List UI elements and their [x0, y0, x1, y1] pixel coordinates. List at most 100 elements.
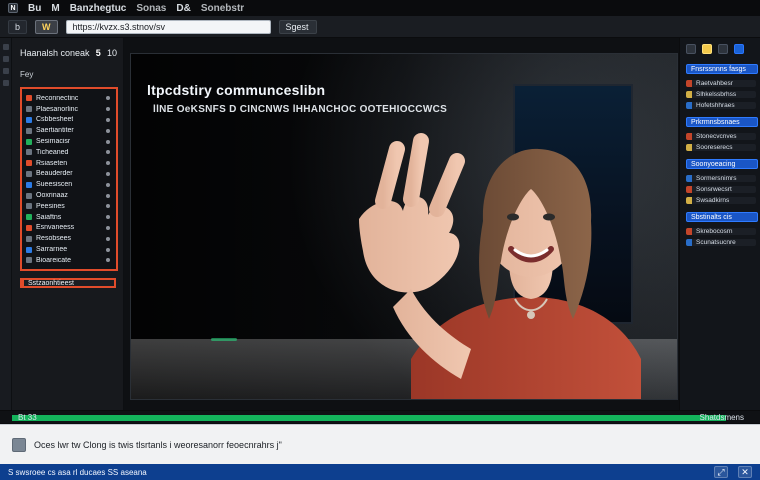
rail-icon-1[interactable] — [2, 44, 9, 50]
item-icon — [26, 160, 32, 167]
item-icon — [26, 235, 32, 242]
rail-icon-3[interactable] — [2, 68, 9, 74]
item-dot-icon — [106, 139, 110, 144]
item-dot-icon — [106, 171, 110, 176]
panel-icon-4[interactable] — [734, 44, 744, 54]
item-dot-icon — [106, 215, 110, 220]
sidebar-highlight-row[interactable]: Sstzaonhtieest — [20, 278, 116, 288]
item-icon — [26, 170, 32, 177]
video-progress-bar[interactable]: Bt 33 Shatdsmens — [0, 410, 760, 424]
menu-item-5[interactable]: D& — [176, 3, 190, 14]
sidebar-header-left: Haanalsh coneak — [20, 48, 90, 58]
sidebar-item[interactable]: Plaesanorlinc — [26, 104, 110, 115]
rail-icon-4[interactable] — [2, 80, 9, 86]
sidebar-item[interactable]: Saertiantiter — [26, 125, 110, 136]
right-panel-row[interactable]: Swsadkirns — [686, 197, 756, 204]
sidebar-item-label: Peesines — [36, 202, 65, 210]
progress-fill — [12, 415, 726, 421]
item-dot-icon — [106, 128, 110, 133]
sidebar-item[interactable]: Csbbesheet — [26, 115, 110, 126]
item-dot-icon — [106, 182, 110, 187]
menu-item-1[interactable]: Bu — [28, 3, 41, 14]
menu-item-3[interactable]: Banzhegtuc — [70, 3, 127, 14]
fullscreen-icon[interactable]: ⤢ — [714, 466, 728, 478]
back-button[interactable]: b — [8, 19, 28, 34]
right-panel-header-3[interactable]: Soonyoeacing — [686, 159, 758, 169]
sidebar-item[interactable]: Bioareicate — [26, 255, 110, 266]
sidebar-item[interactable]: Sarrarnee — [26, 244, 110, 255]
app-window: N Bu M Banzhegtuc Sonas D& Sonebstr b W … — [0, 0, 760, 480]
item-icon — [26, 203, 32, 210]
item-icon — [26, 257, 32, 264]
sidebar-item-label: Beauderder — [36, 170, 73, 178]
eye-left — [507, 213, 519, 221]
item-icon — [26, 192, 32, 199]
item-dot-icon — [106, 150, 110, 155]
right-panel-row[interactable]: Scunatsucnre — [686, 239, 756, 246]
menu-item-2[interactable]: M — [51, 3, 59, 14]
sidebar-item-label: Esnvaneess — [36, 224, 75, 232]
right-panel-row[interactable]: Sormersnimrs — [686, 175, 756, 182]
finger-3 — [429, 153, 465, 217]
item-dot-icon — [106, 225, 110, 230]
item-icon — [26, 95, 32, 102]
sidebar-header-right: 10 — [106, 48, 117, 58]
app-logo-icon: N — [8, 3, 18, 13]
panel-icon-3[interactable] — [718, 44, 728, 54]
item-dot-icon — [106, 236, 110, 241]
sidebar-item[interactable]: Sesimacisr — [26, 136, 110, 147]
right-panel-row[interactable]: Raetvahbesr — [686, 80, 756, 87]
sidebar-item[interactable]: Ooxrinaaz — [26, 190, 110, 201]
necklace-pendant — [527, 311, 535, 319]
right-panel-row[interactable]: Stonecvcnves — [686, 133, 756, 140]
sidebar-header-count: 5 — [95, 48, 101, 58]
item-dot-icon — [106, 161, 110, 166]
address-field[interactable]: https://kvzx.s3.stnov/sv — [65, 19, 271, 34]
close-icon[interactable]: ✕ — [738, 466, 752, 478]
sidebar-item[interactable]: Beauderder — [26, 169, 110, 180]
sidebar-item-label: Ticheaned — [36, 148, 69, 156]
caption-strip: Oces lwr tw Clong is twis tlsrtanls i we… — [0, 424, 760, 464]
item-icon — [26, 138, 32, 145]
sidebar-item[interactable]: Rsiaseten — [26, 158, 110, 169]
item-icon — [26, 106, 32, 113]
sidebar-item[interactable]: Peesines — [26, 201, 110, 212]
right-panel-section-1: Fnsrssnnns fasgs Raetvahbesr Slhkelssbrh… — [686, 64, 758, 109]
right-panel-header-1[interactable]: Fnsrssnnns fasgs — [686, 64, 758, 74]
sidebar-item[interactable]: Reconnectinc — [26, 93, 110, 104]
sidebar-item-label: Sarrarnee — [36, 246, 68, 254]
item-icon — [26, 149, 32, 156]
sidebar-item[interactable]: Resobsees — [26, 233, 110, 244]
right-panel-header-2[interactable]: Prkrmnsbsnaes — [686, 117, 758, 127]
status-bar: S swsroee cs asa rl ducaes SS aseana ⤢ ✕ — [0, 464, 760, 480]
right-panel-row[interactable]: Sonsrwecsrt — [686, 186, 756, 193]
rail-icon-2[interactable] — [2, 56, 9, 62]
eye-right — [543, 213, 555, 221]
menu-item-6[interactable]: Sonebstr — [201, 3, 244, 14]
progress-left-label: Bt 33 — [18, 413, 37, 422]
left-rail — [0, 38, 12, 410]
right-panel-row[interactable]: Hofetshhraes — [686, 102, 756, 109]
item-dot-icon — [106, 204, 110, 209]
item-icon — [26, 181, 32, 188]
right-panel-row[interactable]: Skrebocosrn — [686, 228, 756, 235]
item-dot-icon — [106, 247, 110, 252]
sidebar-item-label: Ooxrinaaz — [36, 192, 68, 200]
video-player[interactable]: ltpcdstiry communceslibn llNE OeKSNFS D … — [130, 53, 678, 400]
menu-item-4[interactable]: Sonas — [136, 3, 166, 14]
right-panel-header-4[interactable]: Sbstinalts cis — [686, 212, 758, 222]
workspace-button[interactable]: W — [35, 19, 58, 34]
right-panel-row[interactable]: Slhkelssbrhss — [686, 91, 756, 98]
item-dot-icon — [106, 107, 110, 112]
search-button[interactable]: Sgest — [278, 19, 317, 34]
sidebar-item[interactable]: Ticheaned — [26, 147, 110, 158]
right-panel-row[interactable]: Sooreserecs — [686, 144, 756, 151]
sidebar-item[interactable]: Sueesiscen — [26, 179, 110, 190]
item-dot-icon — [106, 193, 110, 198]
sidebar-item[interactable]: Esnvaneess — [26, 223, 110, 234]
sidebar-item[interactable]: Saiaftns — [26, 212, 110, 223]
right-panel-section-3: Soonyoeacing Sormersnimrs Sonsrwecsrt Sw… — [686, 159, 758, 204]
panel-icon-2[interactable] — [702, 44, 712, 54]
right-panel: Fnsrssnnns fasgs Raetvahbesr Slhkelssbrh… — [680, 38, 760, 410]
panel-icon-1[interactable] — [686, 44, 696, 54]
